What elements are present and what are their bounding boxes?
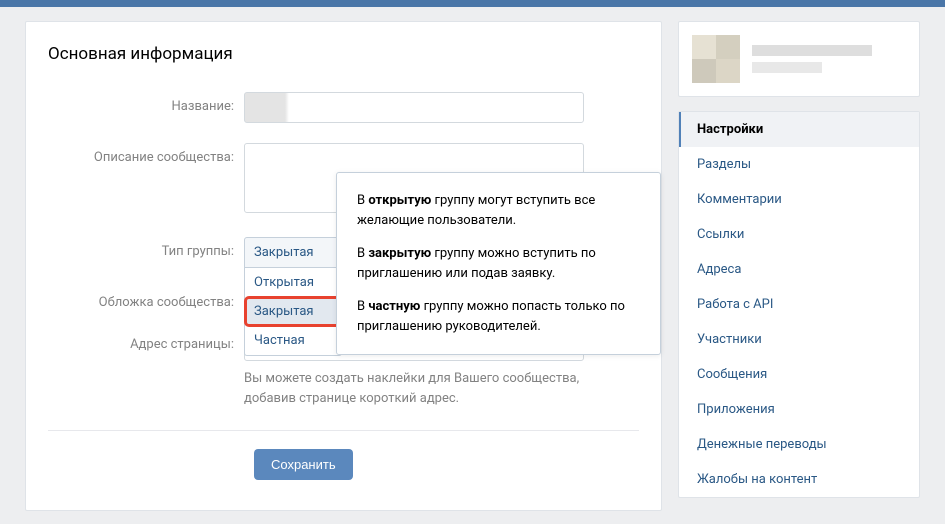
menu-item-money[interactable]: Денежные переводы <box>679 427 919 462</box>
community-card[interactable] <box>678 21 920 97</box>
menu-item-members[interactable]: Участники <box>679 322 919 357</box>
divider <box>48 430 639 431</box>
menu-item-comments[interactable]: Комментарии <box>679 182 919 217</box>
menu-item-apps[interactable]: Приложения <box>679 392 919 427</box>
row-name: Название: <box>48 92 639 123</box>
cover-label: Обложка сообщества: <box>48 288 244 310</box>
menu-item-addresses[interactable]: Адреса <box>679 252 919 287</box>
name-label: Название: <box>48 92 244 123</box>
group-type-option-private[interactable]: Частная <box>245 326 341 355</box>
address-label: Адрес страницы: <box>48 330 244 408</box>
group-type-option-open[interactable]: Открытая <box>245 268 341 297</box>
name-input[interactable] <box>244 92 584 123</box>
group-type-dropdown[interactable]: Закрытая <box>244 237 342 268</box>
community-name <box>752 45 872 73</box>
group-type-tooltip: В открытую группу могут вступить все жел… <box>336 172 661 355</box>
group-type-label: Тип группы: <box>48 237 244 268</box>
group-type-options: Открытая Закрытая Частная <box>244 268 342 356</box>
group-type-option-closed[interactable]: Закрытая <box>244 296 342 327</box>
save-button[interactable]: Сохранить <box>254 449 353 480</box>
settings-menu: Настройки Разделы Комментарии Ссылки Адр… <box>678 111 920 498</box>
menu-item-links[interactable]: Ссылки <box>679 217 919 252</box>
menu-item-messages[interactable]: Сообщения <box>679 357 919 392</box>
page-title: Основная информация <box>48 44 639 64</box>
community-avatar <box>692 35 740 83</box>
main-panel: Основная информация Название: Описание с… <box>25 21 662 511</box>
menu-item-api[interactable]: Работа с API <box>679 287 919 322</box>
top-bar <box>0 0 945 7</box>
menu-item-settings[interactable]: Настройки <box>679 112 919 147</box>
address-hint: Вы можете создать наклейки для Вашего со… <box>244 369 584 408</box>
menu-item-sections[interactable]: Разделы <box>679 147 919 182</box>
side-panel: Настройки Разделы Комментарии Ссылки Адр… <box>678 21 920 511</box>
description-label: Описание сообщества: <box>48 143 244 217</box>
menu-item-reports[interactable]: Жалобы на контент <box>679 462 919 497</box>
